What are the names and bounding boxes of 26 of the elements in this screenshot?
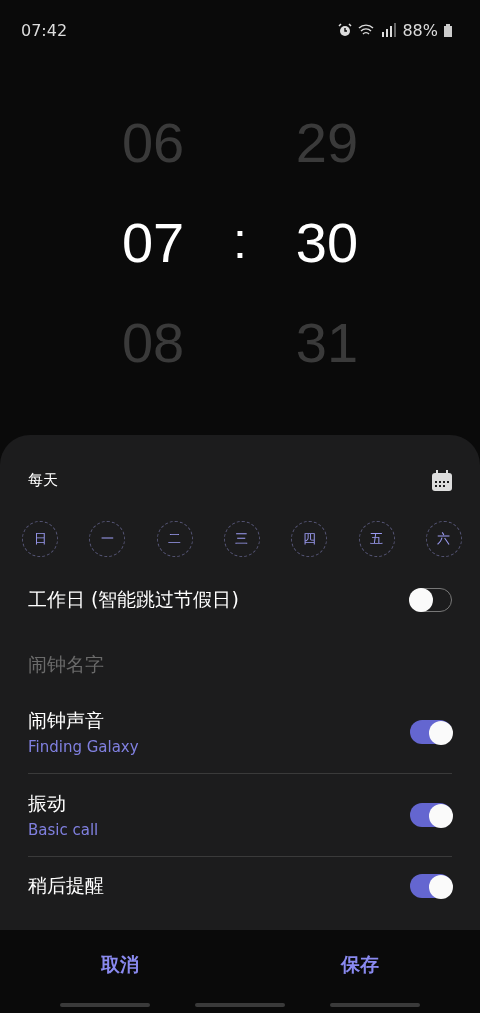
battery-percent: 88% bbox=[402, 20, 438, 40]
status-time: 07:42 bbox=[21, 20, 68, 40]
setting-title: 稍后提醒 bbox=[28, 873, 104, 898]
workday-label: 工作日 (智能跳过节假日) bbox=[28, 587, 239, 612]
toggle-switch[interactable] bbox=[410, 874, 452, 898]
hour-value[interactable]: 07 bbox=[121, 193, 185, 293]
wifi-icon bbox=[358, 23, 375, 37]
battery-icon bbox=[444, 23, 452, 37]
signal-icon bbox=[380, 23, 397, 37]
repeat-label: 每天 bbox=[28, 470, 58, 490]
alarm-icon bbox=[338, 23, 353, 37]
time-separator: : bbox=[233, 212, 247, 271]
nav-bar-handle[interactable] bbox=[330, 1003, 420, 1007]
nav-bar-handle[interactable] bbox=[60, 1003, 150, 1007]
cancel-button[interactable]: 取消 bbox=[0, 951, 240, 979]
setting-title: 振动 bbox=[28, 791, 67, 816]
setting-title: 闹钟声音 bbox=[28, 708, 105, 733]
save-button[interactable]: 保存 bbox=[240, 951, 480, 979]
nav-bar-handle[interactable] bbox=[195, 1003, 285, 1007]
minute-value[interactable]: 30 bbox=[295, 193, 359, 293]
toggle-switch[interactable] bbox=[410, 720, 452, 744]
calendar-icon[interactable] bbox=[432, 469, 452, 491]
setting-value: Basic call bbox=[28, 821, 99, 839]
alarm-name-field[interactable]: 闹钟名字 bbox=[28, 653, 452, 675]
setting-value: Finding Galaxy bbox=[28, 738, 139, 756]
toggle-switch[interactable] bbox=[410, 803, 452, 827]
